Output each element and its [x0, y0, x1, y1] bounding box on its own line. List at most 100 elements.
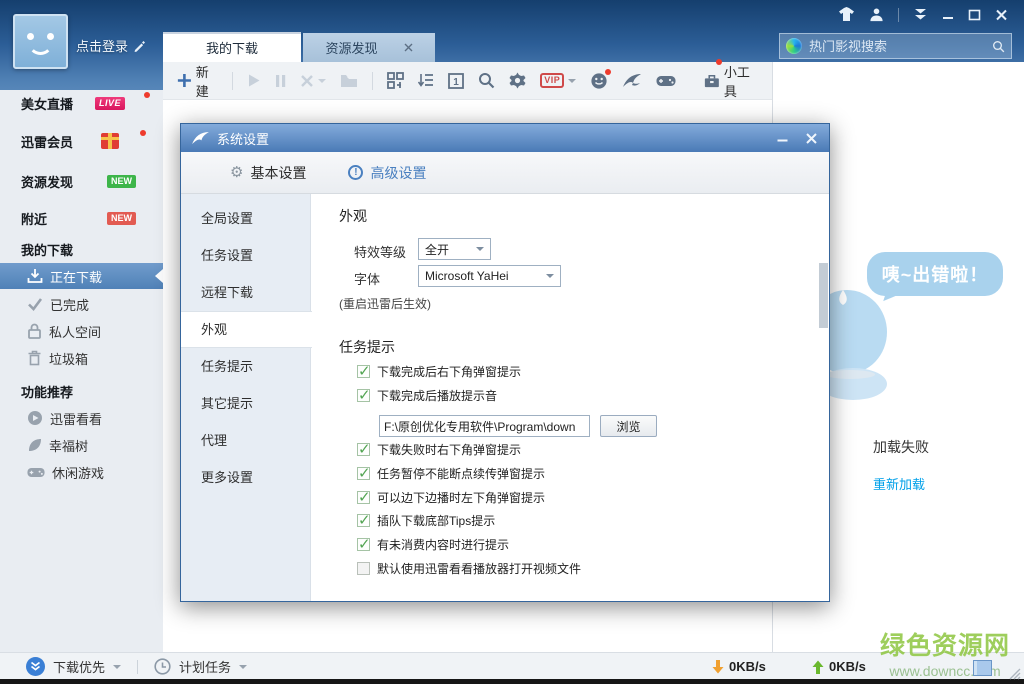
sidebar-item-happy-tree[interactable]: 幸福树 [0, 432, 163, 458]
effect-level-select[interactable]: 全开 [418, 238, 491, 260]
sidebar-item-vip-member[interactable]: 迅雷会员 [0, 128, 163, 154]
checkbox[interactable] [357, 562, 370, 575]
sidebar-item-private-space[interactable]: 私人空间 [0, 318, 163, 344]
tab-basic-settings[interactable]: ⚙ 基本设置 [230, 163, 306, 183]
priority-dropdown-caret[interactable] [113, 665, 121, 669]
tab-close-icon[interactable] [404, 43, 413, 52]
checkbox[interactable] [357, 538, 370, 551]
sidebar-item-casual-games[interactable]: 休闲游戏 [0, 459, 163, 485]
avatar[interactable] [13, 14, 68, 69]
thunder-main-window: { "header": { "login_text": "点击登录", "sea… [0, 0, 1024, 684]
font-select[interactable]: Microsoft YaHei [418, 265, 561, 287]
checkbox[interactable] [357, 365, 370, 378]
start-button[interactable] [247, 73, 261, 88]
sidebar-item-nearby[interactable]: 附近 NEW [0, 205, 163, 231]
download-priority-label[interactable]: 下载优先 [53, 657, 105, 676]
checkbox[interactable] [357, 389, 370, 402]
games-button[interactable] [656, 74, 676, 88]
checkbox[interactable] [357, 443, 370, 456]
search-brand-icon [786, 38, 802, 54]
sort-button[interactable] [418, 73, 434, 88]
vip-icon: VIP [540, 73, 564, 88]
maximize-icon[interactable] [968, 9, 981, 21]
gear-icon: ⚙ [230, 165, 243, 180]
settings-category-more[interactable]: 更多设置 [181, 459, 310, 496]
user-icon[interactable] [869, 7, 884, 22]
tab-advanced-settings[interactable]: ! 高级设置 [348, 163, 426, 183]
tools-button[interactable]: 小工具 [704, 62, 758, 100]
tab-resource-discovery[interactable]: 资源发现 [303, 33, 435, 62]
notification-dot [144, 92, 150, 98]
scheduled-dropdown-caret[interactable] [239, 665, 247, 669]
reload-link[interactable]: 重新加载 [873, 474, 925, 493]
settings-button[interactable] [509, 72, 526, 89]
sidebar-item-kankan[interactable]: 迅雷看看 [0, 405, 163, 431]
live-badge: LIVE [95, 97, 125, 110]
checkbox[interactable] [357, 467, 370, 480]
checkbox[interactable] [357, 514, 370, 527]
dialog-close-icon[interactable] [806, 133, 817, 144]
search-tasks-button[interactable] [478, 72, 495, 89]
thunder-bird-button[interactable] [622, 73, 642, 89]
resize-grip[interactable] [1009, 668, 1021, 680]
movie-search-bar[interactable] [779, 33, 1012, 59]
grid-icon [387, 72, 404, 89]
delete-dropdown-caret[interactable] [318, 79, 326, 83]
browse-button[interactable]: 浏览 [600, 415, 657, 437]
play-circle-icon [27, 410, 43, 426]
batch-view-button[interactable] [387, 72, 404, 89]
controls-divider [898, 8, 899, 22]
minimize-icon[interactable] [942, 9, 954, 21]
pause-button[interactable] [275, 74, 286, 88]
tip-row: 可以边下边播时左下角弹窗提示 [357, 487, 545, 507]
settings-category-proxy[interactable]: 代理 [181, 422, 310, 459]
settings-category-task[interactable]: 任务设置 [181, 237, 310, 274]
skin-icon[interactable] [838, 7, 855, 22]
checkbox-label: 默认使用迅雷看看播放器打开视频文件 [377, 560, 581, 577]
sidebar-item-live-shows[interactable]: 美女直播 LIVE [0, 90, 163, 116]
check-icon [27, 297, 43, 311]
dialog-minimize-icon[interactable] [777, 133, 788, 143]
search-input[interactable] [809, 39, 985, 54]
scheduled-task-label[interactable]: 计划任务 [179, 657, 231, 676]
notification-dot [140, 130, 146, 136]
close-icon[interactable] [995, 9, 1008, 21]
sidebar-item-label: 垃圾箱 [49, 349, 88, 368]
settings-category-other-tips[interactable]: 其它提示 [181, 385, 310, 422]
sidebar-item-trash[interactable]: 垃圾箱 [0, 345, 163, 371]
vip-dropdown-caret[interactable] [568, 79, 576, 83]
sidebar-item-completed[interactable]: 已完成 [0, 291, 163, 317]
checkbox-label: 有未消费内容时进行提示 [377, 536, 509, 553]
vip-button[interactable]: VIP [540, 73, 576, 88]
numbered-box-icon: 1 [448, 73, 464, 89]
tab-label: 基本设置 [250, 163, 306, 183]
new-task-button[interactable]: 新建 [177, 62, 218, 100]
login-link[interactable]: 点击登录 [76, 36, 145, 55]
limit-one-button[interactable]: 1 [448, 73, 464, 89]
main-menu-icon[interactable] [913, 8, 928, 21]
download-icon [27, 268, 43, 284]
sound-path-input[interactable] [379, 415, 590, 437]
checkbox-label: 可以边下边播时左下角弹窗提示 [377, 489, 545, 506]
settings-category-remote[interactable]: 远程下载 [181, 274, 310, 311]
delete-button[interactable] [300, 74, 326, 88]
settings-category-global[interactable]: 全局设置 [181, 200, 310, 237]
dialog-titlebar[interactable]: 系统设置 [181, 124, 829, 152]
search-icon[interactable] [992, 38, 1005, 55]
clock-icon [154, 658, 171, 675]
open-folder-button[interactable] [340, 74, 358, 88]
dialog-scrollbar-thumb[interactable] [819, 263, 828, 328]
lock-icon [27, 323, 42, 339]
sidebar-item-resource-discovery[interactable]: 资源发现 NEW [0, 168, 163, 194]
settings-category-appearance[interactable]: 外观 [181, 311, 312, 348]
sidebar-item-label: 资源发现 [21, 172, 73, 191]
sidebar-header-my-downloads: 我的下载 [0, 236, 163, 262]
checkbox[interactable] [357, 491, 370, 504]
sidebar-item-downloading[interactable]: 正在下载 [0, 263, 163, 289]
tab-my-downloads[interactable]: 我的下载 [163, 32, 301, 62]
settings-content: 外观 特效等级 全开 字体 Microsoft YaHei (重启迅雷后生效) … [311, 194, 829, 601]
restart-note: (重启迅雷后生效) [339, 295, 431, 312]
settings-category-task-tips[interactable]: 任务提示 [181, 348, 310, 385]
exclamation-circle-icon: ! [348, 165, 363, 180]
face-button[interactable] [590, 72, 608, 90]
